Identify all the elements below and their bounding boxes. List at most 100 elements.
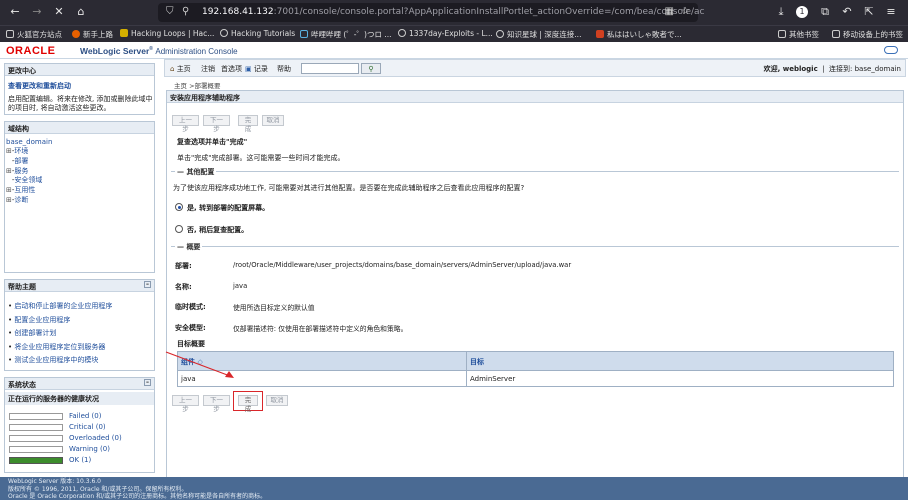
health-overloaded-link[interactable]: Overloaded (0) (69, 434, 122, 442)
health-critical-link[interactable]: Critical (0) (69, 423, 106, 431)
view-changes-link[interactable]: 查看更改和重新启动 (8, 81, 71, 91)
bookmark-folder[interactable]: 其他书签 (778, 29, 819, 40)
table-header: 组件 ◇ 目标 (178, 352, 893, 371)
bookmark-folder[interactable]: 移动设备上的书签 (832, 29, 903, 40)
bookmark-item[interactable]: 1337day-Exploits - L... (398, 29, 493, 38)
field-label-security: 安全模型: (175, 324, 206, 332)
option-no-label: 否, 稍后复查配置。 (187, 226, 249, 234)
domain-root-link[interactable]: base_domain (6, 138, 52, 146)
help-topic-link[interactable]: • 测试企业应用程序中的模块 (8, 354, 112, 368)
status-subtitle: 正在运行的服务器的健康状况 (5, 392, 154, 405)
address-bar[interactable]: ⛉ ⚲ 192.168.41.132:7001/console/console.… (158, 3, 705, 22)
help-topic-link[interactable]: • 创建部署计划 (8, 327, 112, 341)
bookmark-item[interactable]: 火狐官方站点 (6, 29, 62, 40)
collapse-icon[interactable]: – (144, 379, 151, 386)
finish-button[interactable]: 完成 (238, 395, 258, 413)
back-icon[interactable]: ← (8, 5, 22, 19)
tree-item-interop[interactable]: ⊞-互用性 (6, 186, 42, 196)
folder-icon (6, 30, 14, 38)
field-label-name: 名称: (175, 283, 192, 291)
column-header-target[interactable]: 目标 (470, 357, 484, 367)
help-topic-link[interactable]: • 配置企业应用程序 (8, 314, 112, 328)
cancel-button[interactable]: 取消 (266, 395, 288, 406)
search-button[interactable]: ⚲ (361, 63, 381, 74)
site-icon (120, 29, 128, 37)
bookmark-item[interactable]: 新手上路 (72, 29, 113, 40)
help-topic-link[interactable]: • 将企业应用程序定位到服务器 (8, 341, 112, 355)
qr-icon[interactable]: ▦ (665, 6, 674, 17)
finish-button-top[interactable]: 完成 (238, 115, 258, 133)
tree-item-environment[interactable]: ⊞-环境 (6, 147, 42, 157)
health-ok-link[interactable]: OK (1) (69, 456, 91, 464)
reply-icon[interactable]: ↶ (840, 5, 854, 19)
preferences-link[interactable]: 首选项 (221, 64, 242, 74)
help-topics-list: • 启动和停止部署的企业应用程序 • 配置企业应用程序 • 创建部署计划 • 将… (8, 300, 112, 368)
bookmark-item[interactable]: 私ははいしゃ敗者で... (596, 29, 682, 40)
tree-item-deployments[interactable]: ⊞-部署 (6, 157, 42, 167)
footer-copyright: 版权所有 © 1996, 2011, Oracle 和/或其子公司。保留所有权利… (8, 485, 188, 493)
url-text: 192.168.41.132:7001/console/console.port… (202, 7, 705, 17)
target-table: 组件 ◇ 目标 java AdminServer (177, 351, 894, 387)
bookmark-item[interactable]: Hacking Loops | Hac... (120, 29, 214, 38)
account-badge[interactable]: 1 (796, 6, 808, 18)
search-input[interactable] (301, 63, 359, 74)
console-header: ORACLE WebLogic Server® Administration C… (0, 42, 908, 59)
globe-icon (398, 29, 406, 37)
share-icon[interactable]: ⇱ (862, 5, 876, 19)
planet-icon (496, 30, 504, 38)
bookmark-item[interactable]: 哔哩哔哩 (゜-゜)つロ ... (300, 29, 391, 40)
health-bar (9, 413, 63, 420)
globe-icon (220, 29, 228, 37)
review-text: 单击"完成"完成部署。这可能需要一些时间才能完成。 (177, 154, 345, 162)
firefox-icon (72, 30, 80, 38)
field-value-name: java (233, 282, 248, 290)
domain-tree: ⊞-环境 ⊞-部署 ⊞-服务 ⊞-安全领域 ⊞-互用性 ⊞-诊断 (6, 147, 42, 206)
radio-yes[interactable] (175, 203, 183, 211)
home-link[interactable]: ⌂ 主页 (170, 64, 191, 74)
health-bar (9, 446, 63, 453)
record-link[interactable]: ▣ 记录 (245, 64, 268, 74)
folder-icon (778, 30, 786, 38)
browser-toolbar: ← → ✕ ⌂ ⛉ ⚲ 192.168.41.132:7001/console/… (0, 0, 908, 25)
field-value-security: 仅部署描述符: 仅使用在部署描述符中定义的角色和策略。 (233, 325, 408, 333)
footer-trademark: Oracle 是 Oracle Corporation 和/或其子公司的注册商标… (8, 493, 267, 500)
forward-icon[interactable]: → (30, 5, 44, 19)
tree-item-security[interactable]: ⊞-安全领域 (6, 176, 42, 186)
logout-link[interactable]: 注销 (201, 64, 215, 74)
header-toggle-icon[interactable] (884, 46, 898, 54)
download-icon[interactable]: ⤓ (774, 5, 788, 19)
panel-title: 帮助主题 – (5, 280, 154, 292)
table-cell-target: AdminServer (470, 375, 516, 383)
health-failed-link[interactable]: Failed (0) (69, 412, 101, 420)
breadcrumb[interactable]: 主页 >部署概要 (174, 80, 221, 90)
help-link[interactable]: 帮助 (277, 64, 291, 74)
extensions-icon[interactable]: ⧉ (818, 5, 832, 19)
target-summary-heading: 目标概要 (177, 340, 205, 348)
tree-item-services[interactable]: ⊞-服务 (6, 167, 42, 177)
health-warning-link[interactable]: Warning (0) (69, 445, 110, 453)
home-icon[interactable]: ⌂ (74, 5, 88, 19)
radio-no[interactable] (175, 225, 183, 233)
back-button[interactable]: 上一步 (172, 115, 199, 133)
menu-icon[interactable]: ≡ (884, 5, 898, 19)
footer-version: WebLogic Server 版本: 10.3.6.0 (8, 478, 101, 485)
page-info-icon[interactable]: ⚲ (182, 6, 189, 17)
tv-icon (300, 30, 308, 38)
bookmark-star-icon[interactable]: ☆ (681, 6, 690, 17)
option-yes-label: 是, 转到部署的配置屏幕。 (187, 204, 270, 212)
health-bar (9, 424, 63, 431)
column-divider (466, 352, 467, 386)
bookmark-item[interactable]: 知识星球 | 深度连接... (496, 29, 581, 40)
help-topic-link[interactable]: • 启动和停止部署的企业应用程序 (8, 300, 112, 314)
tree-item-diagnostics[interactable]: ⊞-诊断 (6, 196, 42, 206)
bookmark-item[interactable]: Hacking Tutorials (220, 29, 295, 38)
next-button-bottom[interactable]: 下一步 (203, 395, 230, 413)
cancel-button-top[interactable]: 取消 (262, 115, 284, 126)
summary-heading: — 概要 (175, 242, 203, 252)
next-button[interactable]: 下一步 (203, 115, 230, 133)
back-button-bottom[interactable]: 上一步 (172, 395, 199, 413)
collapse-icon[interactable]: – (144, 281, 151, 288)
record-icon: ▣ (245, 65, 252, 73)
welcome-text: 欢迎, weblogic | 连接到: base_domain (763, 65, 901, 73)
stop-icon[interactable]: ✕ (52, 5, 66, 19)
